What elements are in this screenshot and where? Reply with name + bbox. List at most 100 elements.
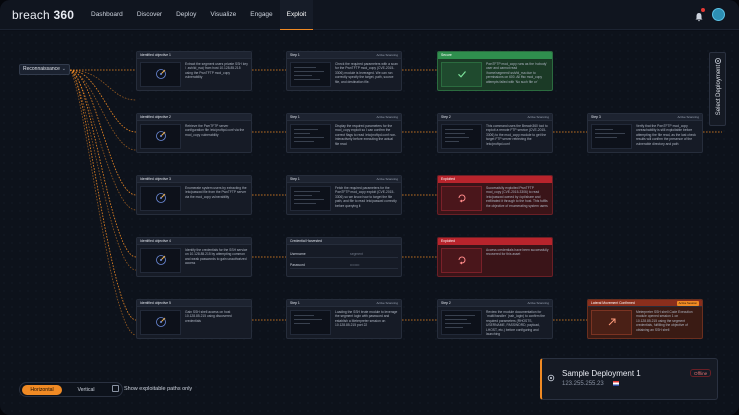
exploit-loop-icon [458,194,466,203]
step-tag: Active Scanning [376,177,398,181]
select-deployment-panel[interactable]: Select Deployment [709,52,726,126]
exploit-loop-icon [458,256,466,265]
username-value: segment [350,252,364,256]
chevron-down-icon[interactable]: ⌄ [62,65,66,74]
notification-dot [701,8,705,12]
credential-password-row: Password •••••••• [290,262,398,269]
exploited-result-card[interactable]: Exploited Successfully exploited PwnTFTP… [437,175,553,215]
nav-discover[interactable]: Discover [130,0,169,30]
step-title-text: Step 1 [290,115,300,119]
terminal-thumbnail [441,310,482,335]
logo-text: breach [12,8,50,22]
lateral-title-text: Lateral Movement Confirmed [591,301,635,305]
reconnaissance-label: Reconnaissance [23,66,60,72]
step-card[interactable]: Step 1 Active Scanning Fetch the required… [286,175,402,215]
secure-description: PwnTFTP mod_copy runs as the 'nobody' us… [486,62,547,84]
nav-exploit[interactable]: Exploit [279,0,314,30]
step-card[interactable]: Step 2 Active Scanning Review the module … [437,299,553,339]
target-icon [156,255,166,265]
target-icon [156,69,166,79]
credential-harvested-card[interactable]: Credential Harvested Username segment Pas… [286,237,402,277]
select-deployment-label: Select Deployment [716,64,722,116]
country-flag-icon [613,381,619,386]
objective-card-2[interactable]: Identified objective 2 Retrieve the PwnT… [136,113,252,153]
step-title-text: Step 3 [591,115,601,119]
step-description: Check the required parameters with a sca… [335,62,398,84]
objective-card-1[interactable]: Identified objective 1 Extract the segme… [136,51,252,91]
step-card[interactable]: Step 3 Active Scanning Verify that the Pw… [587,113,703,153]
step-title-text: Step 1 [290,301,300,305]
arrow-up-right-icon [608,318,616,326]
exploited-description: Successfully exploited PwnTFTP mod_copy … [486,186,548,208]
app-window: breach 360 Dashboard Discover Deploy Vis… [0,0,739,415]
user-avatar[interactable] [712,8,725,21]
username-label: Username [290,252,306,256]
step-description: Verify that the PwnTFTP mod_copy unreach… [636,124,696,146]
lateral-movement-card[interactable]: Lateral Movement Confirmed Active Session… [587,299,703,339]
deployment-card[interactable]: Sample Deployment 1 123.255.255.23 Offli… [540,358,718,400]
reconnaissance-node[interactable]: Reconnaissance ⌄ [19,64,70,75]
notifications-bell-icon[interactable] [694,8,705,22]
objective-title: Identified objective 2 [137,114,251,121]
terminal-thumbnail [441,124,482,149]
objective-card-4[interactable]: Identified objective 4 Identify the cred… [136,237,252,277]
step-title: Step 1 Active Scanning [287,52,401,59]
step-title: Step 1 Active Scanning [287,176,401,183]
layout-horizontal-option[interactable]: Horizontal [22,385,62,395]
exploited-description: Access credentials have been successfull… [486,248,549,257]
step-tag: Active Scanning [376,53,398,57]
target-icon [156,317,166,327]
nav-deploy[interactable]: Deploy [169,0,203,30]
target-icon [156,193,166,203]
target-icon [156,131,166,141]
objective-description: Extract the segment users private SSH ke… [185,62,248,80]
step-title-text: Step 1 [290,53,300,57]
secure-result-card[interactable]: Secure PwnTFTP mod_copy runs as the 'nob… [437,51,553,91]
step-tag: Active Scanning [527,115,549,119]
step-description: Display the required parameters for the … [335,124,397,146]
step-description: This command uses the Breach360 tool to … [486,124,548,146]
password-value: •••••••• [350,263,360,267]
top-navigation-bar: breach 360 Dashboard Discover Deploy Vis… [0,0,739,30]
lateral-description: Meterpreter SSH shell Code Execution mod… [636,310,693,332]
exploited-result-card[interactable]: Exploited Access credentials have been s… [437,237,553,277]
step-description: Review the module documentation for `mul… [486,310,546,336]
breach360-logo[interactable]: breach 360 [12,8,74,22]
nav-dashboard[interactable]: Dashboard [84,0,130,30]
step-card[interactable]: Step 1 Active Scanning Display the requir… [286,113,402,153]
credential-username-row: Username segment [290,251,398,258]
exploited-title: Exploited [438,238,552,245]
step-card[interactable]: Step 1 Active Scanning Check the required… [286,51,402,91]
exploitable-paths-checkbox[interactable] [112,385,119,392]
terminal-thumbnail [290,124,331,149]
objective-card-5[interactable]: Identified objective 5 Gain SSH shell ac… [136,299,252,339]
lateral-title: Lateral Movement Confirmed Active Session [588,300,702,307]
step-title: Step 2 Active Scanning [438,114,552,121]
objective-description: Enumerate system users by extracting the… [185,186,247,199]
step-title: Step 3 Active Scanning [588,114,702,121]
objective-description: Gain SSH shell access on host 10.128.85.… [185,310,232,323]
logo-number: 360 [53,8,75,22]
terminal-thumbnail [290,310,331,335]
nav-visualize[interactable]: Visualize [203,0,243,30]
step-title: Step 1 Active Scanning [287,114,401,121]
step-title: Step 1 Active Scanning [287,300,401,307]
terminal-thumbnail [290,186,331,211]
objective-title: Identified objective 5 [137,300,251,307]
step-card[interactable]: Step 1 Active Scanning Loading the SSH br… [286,299,402,339]
step-title-text: Step 1 [290,177,300,181]
check-icon [458,71,466,78]
deployment-status-badge: Offline [690,369,712,377]
step-description: Fetch the required parameters for the Pw… [335,186,397,208]
layout-vertical-option[interactable]: Vertical [66,385,106,395]
deployment-gear-icon [547,374,555,382]
step-title: Step 2 Active Scanning [438,300,552,307]
step-tag: Active Scanning [376,301,398,305]
step-title-text: Step 2 [441,115,451,119]
exploited-title: Exploited [438,176,552,183]
objective-description: Retrieve the PwnTFTP server configuratio… [185,124,245,137]
nav-engage[interactable]: Engage [243,0,279,30]
objective-card-3[interactable]: Identified objective 3 Enumerate system … [136,175,252,215]
step-card[interactable]: Step 2 Active Scanning This command uses … [437,113,553,153]
objective-title: Identified objective 4 [137,238,251,245]
